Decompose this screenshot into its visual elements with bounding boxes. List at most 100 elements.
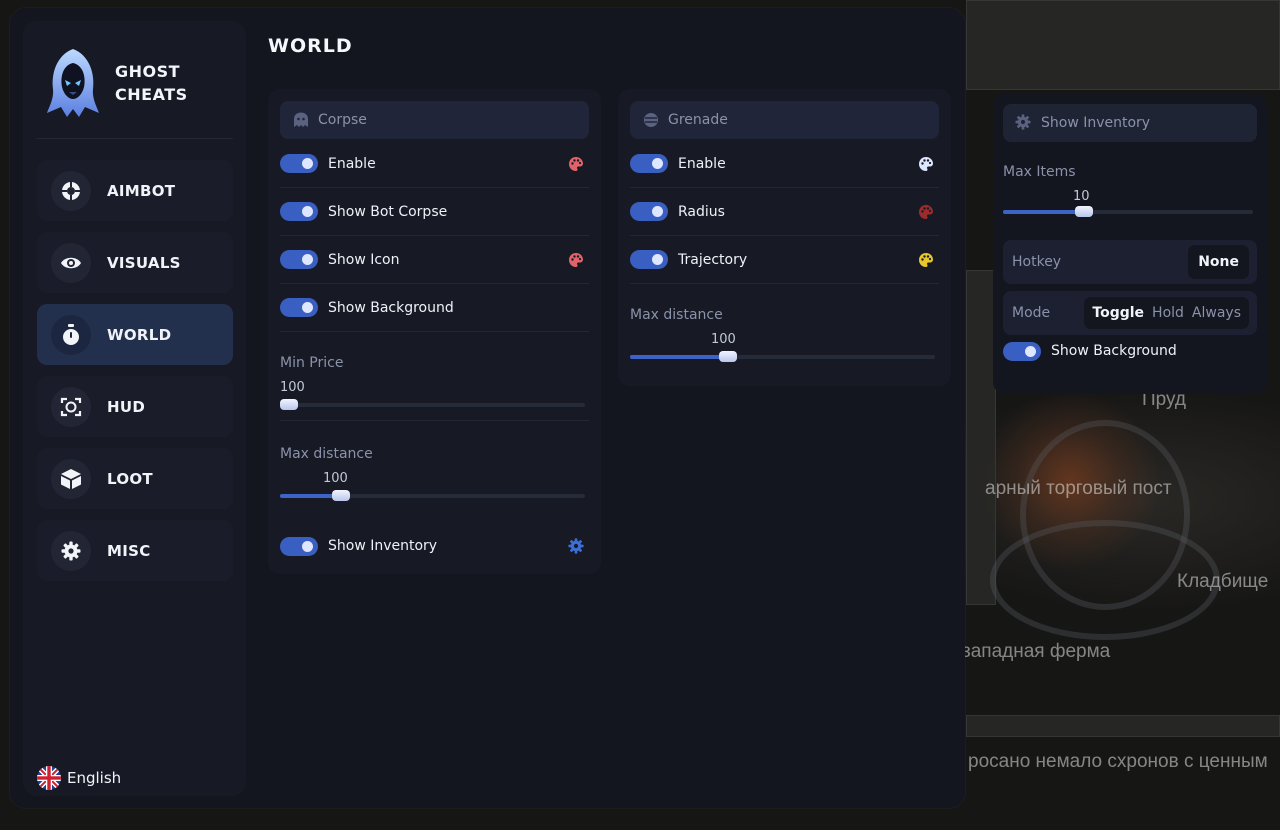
- min-price-track[interactable]: [280, 399, 585, 410]
- gear-icon: [1015, 114, 1033, 132]
- brand-line-2: CHEATS: [115, 85, 188, 104]
- mode-option-hold[interactable]: Hold: [1152, 305, 1184, 321]
- brand-line-1: GHOST: [115, 62, 181, 81]
- palette-icon: [919, 252, 933, 267]
- popup-show-background-label: Show Background: [1051, 343, 1177, 359]
- mode-option-toggle[interactable]: Toggle: [1092, 305, 1144, 321]
- nav-label: VISUALS: [107, 253, 181, 272]
- corpse-max-distance-thumb[interactable]: [331, 490, 350, 501]
- show-bot-corpse-label: Show Bot Corpse: [328, 203, 448, 220]
- grenade-max-distance-slider: Max distance 100: [630, 307, 939, 362]
- grenade-header: Grenade: [630, 101, 939, 139]
- corpse-max-distance-label: Max distance: [280, 446, 373, 462]
- show-background-label: Show Background: [328, 299, 454, 316]
- min-price-value: 100: [280, 380, 305, 395]
- palette-icon: [569, 156, 583, 171]
- main-window: GHOST CHEATS AIMBOT VISUALS WORLD HUD LO…: [10, 8, 965, 808]
- corpse-header: Corpse: [280, 101, 589, 139]
- language-selector[interactable]: English: [37, 766, 121, 790]
- max-items-thumb[interactable]: [1074, 206, 1093, 217]
- palette-icon: [569, 252, 583, 267]
- crosshair-icon: [51, 170, 91, 211]
- show-inventory-popup: Show Inventory Max Items 10 Hotkey None …: [993, 93, 1267, 394]
- nav-label: AIMBOT: [107, 181, 176, 200]
- corpse-enable-row: Enable: [280, 140, 589, 188]
- trajectory-label: Trajectory: [678, 251, 748, 268]
- grenade-max-distance-value: 100: [711, 332, 736, 347]
- radius-toggle[interactable]: [630, 202, 668, 221]
- radius-color-picker[interactable]: [918, 204, 934, 220]
- corpse-show-background-row: Show Background: [280, 284, 589, 332]
- corpse-show-bot-corpse-row: Show Bot Corpse: [280, 188, 589, 236]
- radius-label: Radius: [678, 203, 725, 220]
- corpse-enable-color-picker[interactable]: [568, 156, 584, 172]
- hud-frame-icon: [51, 386, 91, 427]
- max-items-track[interactable]: [1003, 206, 1253, 217]
- show-icon-label: Show Icon: [328, 251, 400, 268]
- map-building: [966, 270, 996, 605]
- corpse-max-distance-slider: Max distance 100: [280, 446, 589, 501]
- gear-icon: [568, 538, 584, 554]
- hotkey-row: Hotkey None: [1003, 240, 1257, 284]
- nav-label: MISC: [107, 541, 151, 560]
- map-label-cemetery: Кладбище: [1177, 571, 1269, 592]
- corpse-title: Corpse: [318, 112, 367, 128]
- map-label-farm: западная ферма: [962, 641, 1111, 662]
- grenade-icon: [642, 111, 660, 129]
- nav-item-world[interactable]: WORLD: [37, 304, 233, 365]
- nav-item-loot[interactable]: LOOT: [37, 448, 233, 509]
- corpse-max-distance-fill: [280, 494, 335, 498]
- show-bot-corpse-toggle[interactable]: [280, 202, 318, 221]
- popup-show-background-toggle[interactable]: [1003, 341, 1041, 361]
- palette-icon: [919, 156, 933, 171]
- nav-item-aimbot[interactable]: AIMBOT: [37, 160, 233, 221]
- show-background-toggle[interactable]: [280, 298, 318, 317]
- nav-item-hud[interactable]: HUD: [37, 376, 233, 437]
- corpse-max-distance-track[interactable]: [280, 490, 585, 501]
- uk-flag-icon: [37, 766, 61, 790]
- corpse-max-distance-value: 100: [323, 471, 348, 486]
- ghost-hood-logo-icon: [47, 49, 99, 117]
- show-icon-toggle[interactable]: [280, 250, 318, 269]
- language-label: English: [67, 769, 122, 787]
- max-items-label: Max Items: [1003, 164, 1076, 180]
- corpse-enable-label: Enable: [328, 155, 376, 172]
- show-inventory-settings-button[interactable]: [568, 538, 584, 554]
- brand-logo: GHOST CHEATS: [45, 47, 188, 119]
- grenade-enable-label: Enable: [678, 155, 726, 172]
- hotkey-button[interactable]: None: [1188, 245, 1249, 279]
- min-price-label: Min Price: [280, 355, 344, 371]
- corpse-enable-toggle[interactable]: [280, 154, 318, 173]
- popup-show-background-row: Show Background: [1003, 327, 1257, 375]
- inventory-popup-title: Show Inventory: [1041, 115, 1151, 131]
- mode-option-always[interactable]: Always: [1192, 305, 1241, 321]
- brand-name: GHOST CHEATS: [115, 60, 188, 106]
- gear-icon: [51, 530, 91, 571]
- hotkey-label: Hotkey: [1012, 254, 1062, 270]
- grenade-title: Grenade: [668, 112, 728, 128]
- nav-item-misc[interactable]: MISC: [37, 520, 233, 581]
- min-price-thumb[interactable]: [280, 399, 298, 410]
- box-icon: [51, 458, 91, 499]
- trajectory-color-picker[interactable]: [918, 252, 934, 268]
- grenade-enable-row: Enable: [630, 140, 939, 188]
- sidebar: GHOST CHEATS AIMBOT VISUALS WORLD HUD LO…: [23, 21, 246, 796]
- show-icon-color-picker[interactable]: [568, 252, 584, 268]
- grenade-enable-color-picker[interactable]: [918, 156, 934, 172]
- trajectory-toggle[interactable]: [630, 250, 668, 269]
- page-title: WORLD: [268, 35, 353, 57]
- show-inventory-label: Show Inventory: [328, 538, 438, 554]
- map-building: [966, 0, 1280, 90]
- ghost-icon: [292, 111, 310, 129]
- inventory-popup-header: Show Inventory: [1003, 104, 1257, 142]
- corpse-show-icon-row: Show Icon: [280, 236, 589, 284]
- stopwatch-icon: [51, 314, 91, 355]
- grenade-max-distance-track[interactable]: [630, 351, 935, 362]
- max-items-fill: [1003, 210, 1081, 214]
- nav-item-visuals[interactable]: VISUALS: [37, 232, 233, 293]
- grenade-enable-toggle[interactable]: [630, 154, 668, 173]
- show-inventory-toggle[interactable]: [280, 536, 318, 556]
- map-building: [966, 715, 1280, 737]
- grenade-max-distance-thumb[interactable]: [718, 351, 737, 362]
- nav-label: LOOT: [107, 469, 153, 488]
